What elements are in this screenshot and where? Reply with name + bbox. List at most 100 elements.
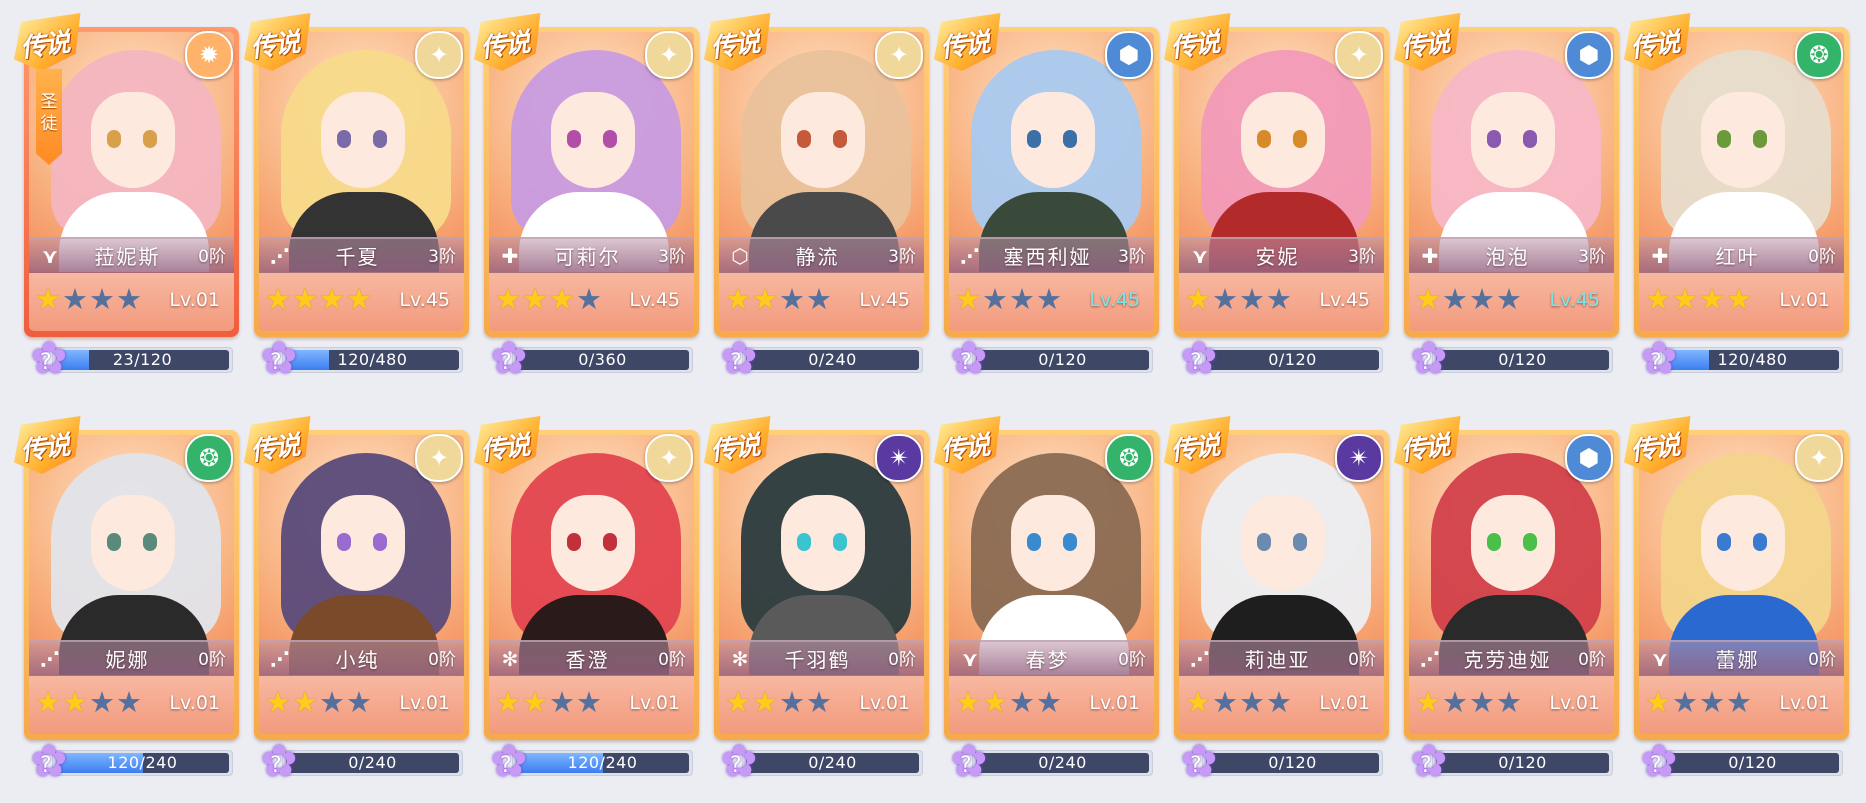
character-card[interactable]: ❂ ⋎ 春梦 0阶 ★★★★ Lv.01 传说 — [934, 416, 1159, 740]
character-card[interactable]: ✦ ⋎ 蕾娜 0阶 ★★★★ Lv.01 传说 — [1624, 416, 1849, 740]
portrait-face — [1011, 495, 1095, 591]
name-bar: ⋎ 蕾娜 0阶 — [1639, 640, 1844, 678]
xp-track: 120/480 — [282, 347, 463, 373]
star-empty-icon: ★ — [1672, 685, 1698, 719]
character-card[interactable]: ✦ ⋎ 安妮 3阶 ★★★★ Lv.45 传说 — [1164, 13, 1389, 337]
legend-label: 传说 — [1168, 27, 1221, 65]
xp-inner: 0/240 — [746, 753, 919, 773]
xp-value: 0/240 — [348, 753, 397, 772]
xp-value: 0/120 — [1268, 350, 1317, 369]
star-filled-icon: ★ — [1672, 282, 1698, 316]
star-rating: ★★★★ — [1645, 285, 1753, 315]
character-rank: 0阶 — [428, 650, 456, 670]
exp-gem-glyph: ? — [960, 753, 972, 778]
character-level: Lv.01 — [629, 692, 680, 714]
star-filled-icon: ★ — [955, 685, 981, 719]
exp-gem-icon[interactable]: ✿? — [488, 740, 530, 784]
star-empty-icon: ★ — [89, 685, 115, 719]
exp-gem-glyph: ? — [730, 350, 742, 375]
holy-element-icon: ✦ — [415, 434, 463, 482]
legend-label: 传说 — [478, 27, 531, 65]
experience-bar: 120/480 ✿? — [1632, 337, 1847, 382]
xp-value: 0/120 — [1038, 350, 1087, 369]
exp-gem-icon[interactable]: ✿? — [1178, 337, 1220, 381]
character-card[interactable]: ✦ ✻ 香澄 0阶 ★★★★ Lv.01 传说 — [474, 416, 699, 740]
character-card[interactable]: ✦ ⬡ 静流 3阶 ★★★★ Lv.45 传说 — [704, 13, 929, 337]
character-rank: 3阶 — [1348, 247, 1376, 267]
portrait-eye — [797, 130, 811, 148]
exp-gem-icon[interactable]: ✿? — [258, 740, 300, 784]
character-name: 泡泡 — [1485, 245, 1530, 269]
exp-gem-glyph: ? — [1420, 350, 1432, 375]
xp-value: 0/120 — [1728, 753, 1777, 772]
character-card[interactable]: ✦ ⋰ 小纯 0阶 ★★★★ Lv.01 传说 — [244, 416, 469, 740]
legend-rarity-badge: 传说 — [14, 13, 88, 75]
exp-gem-icon[interactable]: ✿? — [718, 740, 760, 784]
star-empty-icon: ★ — [346, 685, 372, 719]
character-card[interactable]: ❂ ⋰ 妮娜 0阶 ★★★★ Lv.01 传说 — [14, 416, 239, 740]
character-card[interactable]: ⬢ ⋰ 克劳迪娅 0阶 ★★★★ Lv.01 传说 — [1394, 416, 1619, 740]
character-card[interactable]: ✴ ✻ 千羽鹤 0阶 ★★★★ Lv.01 传说 — [704, 416, 929, 740]
character-rank: 0阶 — [1118, 650, 1146, 670]
portrait-eye — [1027, 130, 1041, 148]
star-filled-icon: ★ — [955, 282, 981, 316]
cross-role-icon: ✚ — [1421, 244, 1439, 268]
character-card[interactable]: ❂ ✚ 红叶 0阶 ★★★★ Lv.01 传说 — [1624, 13, 1849, 337]
character-card[interactable]: ⬢ ⋰ 塞西利娅 3阶 ★★★★ Lv.45 传说 — [934, 13, 1159, 337]
portrait-eye — [1487, 130, 1501, 148]
character-card[interactable]: ✴ ⋰ 莉迪亚 0阶 ★★★★ Lv.01 传说 — [1164, 416, 1389, 740]
exp-gem-icon[interactable]: ✿? — [1638, 337, 1680, 381]
xp-track: 0/120 — [1202, 347, 1383, 373]
legend-label: 传说 — [1628, 430, 1681, 468]
exp-gem-icon[interactable]: ✿? — [718, 337, 760, 381]
exp-gem-glyph: ? — [270, 350, 282, 375]
portrait-eye — [1523, 130, 1537, 148]
portrait-eye — [1753, 533, 1767, 551]
portrait-face — [91, 92, 175, 188]
exp-gem-icon[interactable]: ✿? — [948, 337, 990, 381]
wing-role-icon: ⋎ — [1191, 244, 1209, 268]
exp-gem-icon[interactable]: ✿? — [28, 740, 70, 784]
experience-bar: 120/240 ✿? — [482, 740, 697, 785]
exp-gem-icon[interactable]: ✿? — [1408, 740, 1450, 784]
character-card[interactable]: ✹ ⋎ 菈妮斯 0阶 ★★★★ Lv.01 传说 圣徒 — [14, 13, 239, 337]
xp-value: 0/360 — [578, 350, 627, 369]
exp-gem-icon[interactable]: ✿? — [1178, 740, 1220, 784]
exp-gem-icon[interactable]: ✿? — [948, 740, 990, 784]
exp-gem-icon[interactable]: ✿? — [28, 337, 70, 381]
star-rating: ★★★★ — [725, 285, 833, 315]
holy-element-icon: ✦ — [1335, 31, 1383, 79]
character-name: 香澄 — [565, 648, 610, 672]
portrait-eye — [143, 533, 157, 551]
star-empty-icon: ★ — [1496, 685, 1522, 719]
star-bar: ★★★★ Lv.01 — [1639, 676, 1844, 734]
star-bar: ★★★★ Lv.01 — [719, 676, 924, 734]
dark-element-icon: ✴ — [1335, 434, 1383, 482]
character-name: 小纯 — [335, 648, 380, 672]
exp-gem-icon[interactable]: ✿? — [1408, 337, 1450, 381]
name-bar: ✚ 可莉尔 3阶 — [489, 237, 694, 275]
star-rating: ★★★★ — [725, 688, 833, 718]
exp-gem-icon[interactable]: ✿? — [258, 337, 300, 381]
lance-role-icon: ⋰ — [40, 647, 60, 671]
exp-gem-icon[interactable]: ✿? — [1638, 740, 1680, 784]
character-level: Lv.01 — [169, 289, 220, 311]
exp-gem-icon[interactable]: ✿? — [488, 337, 530, 381]
lance-role-icon: ⋰ — [270, 244, 290, 268]
character-card[interactable]: ✦ ⋰ 千夏 3阶 ★★★★ Lv.45 传说 — [244, 13, 469, 337]
legend-rarity-badge: 传说 — [1624, 13, 1698, 75]
portrait-eye — [567, 533, 581, 551]
exp-gem-glyph: ? — [40, 350, 52, 375]
portrait-eye — [603, 130, 617, 148]
legend-rarity-badge: 传说 — [934, 416, 1008, 478]
portrait-face — [321, 495, 405, 591]
portrait-face — [1701, 92, 1785, 188]
character-level: Lv.01 — [859, 692, 910, 714]
character-card[interactable]: ✦ ✚ 可莉尔 3阶 ★★★★ Lv.45 传说 — [474, 13, 699, 337]
star-filled-icon: ★ — [292, 282, 318, 316]
xp-value: 0/240 — [1038, 753, 1087, 772]
character-card[interactable]: ⬢ ✚ 泡泡 3阶 ★★★★ Lv.45 传说 — [1394, 13, 1619, 337]
star-empty-icon: ★ — [1726, 685, 1752, 719]
star-filled-icon: ★ — [495, 282, 521, 316]
portrait-eye — [373, 130, 387, 148]
